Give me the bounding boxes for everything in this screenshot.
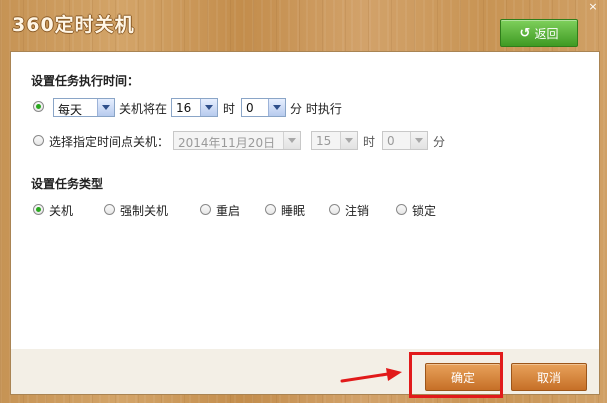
window-close-button[interactable]: × [582,0,604,14]
type-section-title: 设置任务类型 [31,177,104,191]
label-specific-minute-unit: 分 [433,135,446,149]
radio-force-shutdown[interactable] [104,204,115,215]
confirm-highlight-box [409,352,503,398]
frequency-select[interactable]: 每天 [53,98,115,117]
radio-lock[interactable] [396,204,407,215]
pointer-arrow-icon [340,368,402,383]
chevron-down-icon [340,132,357,149]
radio-shutdown[interactable] [33,204,44,215]
chevron-down-icon [268,99,285,116]
chevron-down-icon [283,132,300,149]
chevron-down-icon [200,99,217,116]
label-hour-unit: 时 [223,102,236,116]
specific-minute-value: 0 [387,134,395,148]
undo-arrow-icon: ↺ [519,25,531,41]
daily-hour-value: 16 [176,101,192,115]
cancel-button[interactable]: 取消 [511,363,587,391]
radio-sleep[interactable] [265,204,276,215]
label-execute: 分 时执行 [290,102,342,116]
label-shutdown-at: 关机将在 [119,102,168,116]
radio-restart[interactable] [200,204,211,215]
type-label-shutdown: 关机 [49,204,74,218]
settings-panel: 设置任务执行时间： 每天 关机将在 16 时 0 分 时执行 选择指定时间点关机… [10,51,600,351]
chevron-down-icon [97,99,114,116]
date-picker[interactable]: 2014年11月20日 [173,131,301,150]
type-label-restart: 重启 [216,204,241,218]
radio-specific-time[interactable] [33,135,44,146]
app-title: 360定时关机 [12,14,135,36]
label-specific-hour-unit: 时 [363,135,376,149]
daily-minute-value: 0 [246,101,254,115]
radio-daily[interactable] [33,101,44,112]
type-label-force-shutdown: 强制关机 [120,204,169,218]
radio-logoff[interactable] [329,204,340,215]
back-button[interactable]: ↺ 返回 [500,19,578,47]
time-section-title: 设置任务执行时间： [31,74,140,88]
type-label-sleep: 睡眠 [281,204,306,218]
daily-hour-select[interactable]: 16 [171,98,218,117]
type-label-logoff: 注销 [345,204,370,218]
back-button-label: 返回 [534,26,559,41]
daily-minute-select[interactable]: 0 [241,98,286,117]
specific-hour-select[interactable]: 15 [311,131,358,150]
specific-minute-select[interactable]: 0 [382,131,428,150]
type-label-lock: 锁定 [412,204,437,218]
chevron-down-icon [410,132,427,149]
frequency-value: 每天 [58,103,83,117]
label-specific-time: 选择指定时间点关机： [49,135,170,149]
date-value: 2014年11月20日 [178,136,276,150]
specific-hour-value: 15 [316,134,332,148]
